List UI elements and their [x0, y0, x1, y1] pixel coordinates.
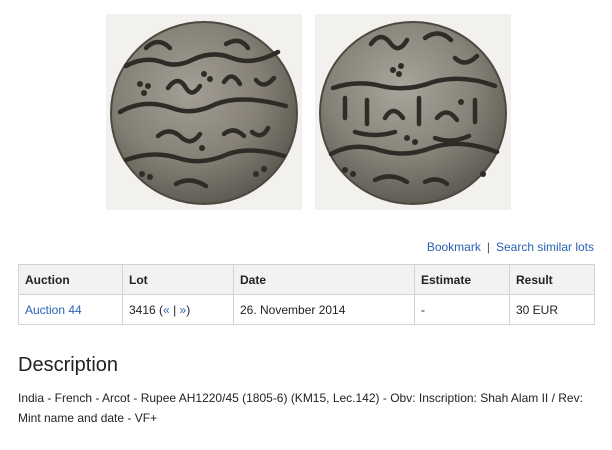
- header-estimate: Estimate: [414, 264, 510, 295]
- lot-nav-separator: |: [173, 302, 177, 317]
- header-result: Result: [509, 264, 595, 295]
- lot-table: Auction Lot Date Estimate Result Auction…: [18, 264, 595, 325]
- lot-nav-close: ): [186, 302, 191, 317]
- cell-lot: 3416 (« | »): [122, 294, 234, 325]
- lot-number: 3416: [129, 302, 156, 317]
- auction-link[interactable]: Auction 44: [25, 303, 82, 317]
- cell-estimate: -: [414, 294, 510, 325]
- description-text: India - French - Arcot - Rupee AH1220/45…: [18, 391, 583, 425]
- header-date: Date: [233, 264, 415, 295]
- header-lot: Lot: [122, 264, 234, 295]
- coin-obverse-illustration: [110, 21, 298, 205]
- header-auction: Auction: [18, 264, 123, 295]
- coin-reverse-illustration: [319, 21, 507, 205]
- coin-obverse-image[interactable]: [106, 14, 302, 210]
- description-heading: Description: [18, 354, 119, 376]
- table-row: Auction 44 3416 (« | ») 26. November 201…: [18, 294, 595, 325]
- coin-reverse-image[interactable]: [315, 14, 511, 210]
- actions-separator: |: [486, 240, 490, 254]
- bookmark-link[interactable]: Bookmark: [427, 240, 481, 254]
- cell-result: 30 EUR: [509, 294, 595, 325]
- table-header-row: Auction Lot Date Estimate Result: [18, 264, 595, 295]
- cell-auction: Auction 44: [18, 294, 123, 325]
- previous-lot-link[interactable]: «: [163, 303, 170, 317]
- cell-date: 26. November 2014: [233, 294, 415, 325]
- lot-actions: Bookmark | Search similar lots: [427, 240, 594, 254]
- search-similar-lots-link[interactable]: Search similar lots: [496, 240, 594, 254]
